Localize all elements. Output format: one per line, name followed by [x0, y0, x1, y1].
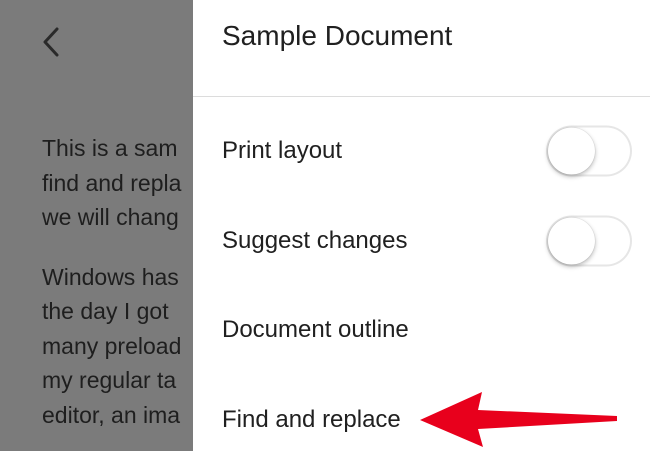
print-layout-toggle[interactable]: [546, 125, 632, 177]
toggle-knob: [548, 217, 595, 265]
screen: This is a sam find and repla we will cha…: [0, 0, 650, 451]
menu-item-document-outline[interactable]: Document outline: [193, 286, 650, 374]
document-line: my regular ta: [42, 367, 177, 393]
menu-item-label: Document outline: [222, 316, 409, 343]
menu-item-label: Suggest changes: [222, 227, 408, 254]
document-background-overlay[interactable]: This is a sam find and repla we will cha…: [0, 0, 193, 451]
document-line: we will chang: [42, 204, 179, 230]
menu-item-find-and-replace[interactable]: Find and replace: [193, 376, 650, 451]
drawer-title: Sample Document: [222, 20, 453, 51]
back-button[interactable]: [34, 22, 68, 62]
menu-item-suggest-changes[interactable]: Suggest changes: [193, 197, 650, 285]
chevron-left-icon: [43, 27, 59, 57]
document-paragraph-2: Windows has the day I got many preload m…: [42, 260, 193, 433]
document-menu-drawer: Sample Document Print layout Suggest cha…: [193, 0, 650, 451]
menu-item-label: Find and replace: [222, 406, 401, 433]
document-line: find and repla: [42, 169, 182, 196]
toggle-knob: [548, 127, 595, 175]
menu-item-print-layout[interactable]: Print layout: [193, 107, 650, 195]
document-line: the day I got: [42, 298, 169, 324]
suggest-changes-toggle[interactable]: [546, 215, 632, 267]
divider: [193, 96, 650, 97]
document-paragraph-1: This is a sam find and repla we will cha…: [42, 131, 193, 235]
document-line: editor, an ima: [42, 401, 181, 428]
document-line: Windows has: [42, 263, 179, 290]
document-line: This is a sam: [42, 135, 178, 161]
document-line: many preload: [42, 332, 182, 359]
document-body-text: This is a sam find and repla we will cha…: [42, 131, 193, 432]
menu-item-label: Print layout: [222, 137, 343, 164]
